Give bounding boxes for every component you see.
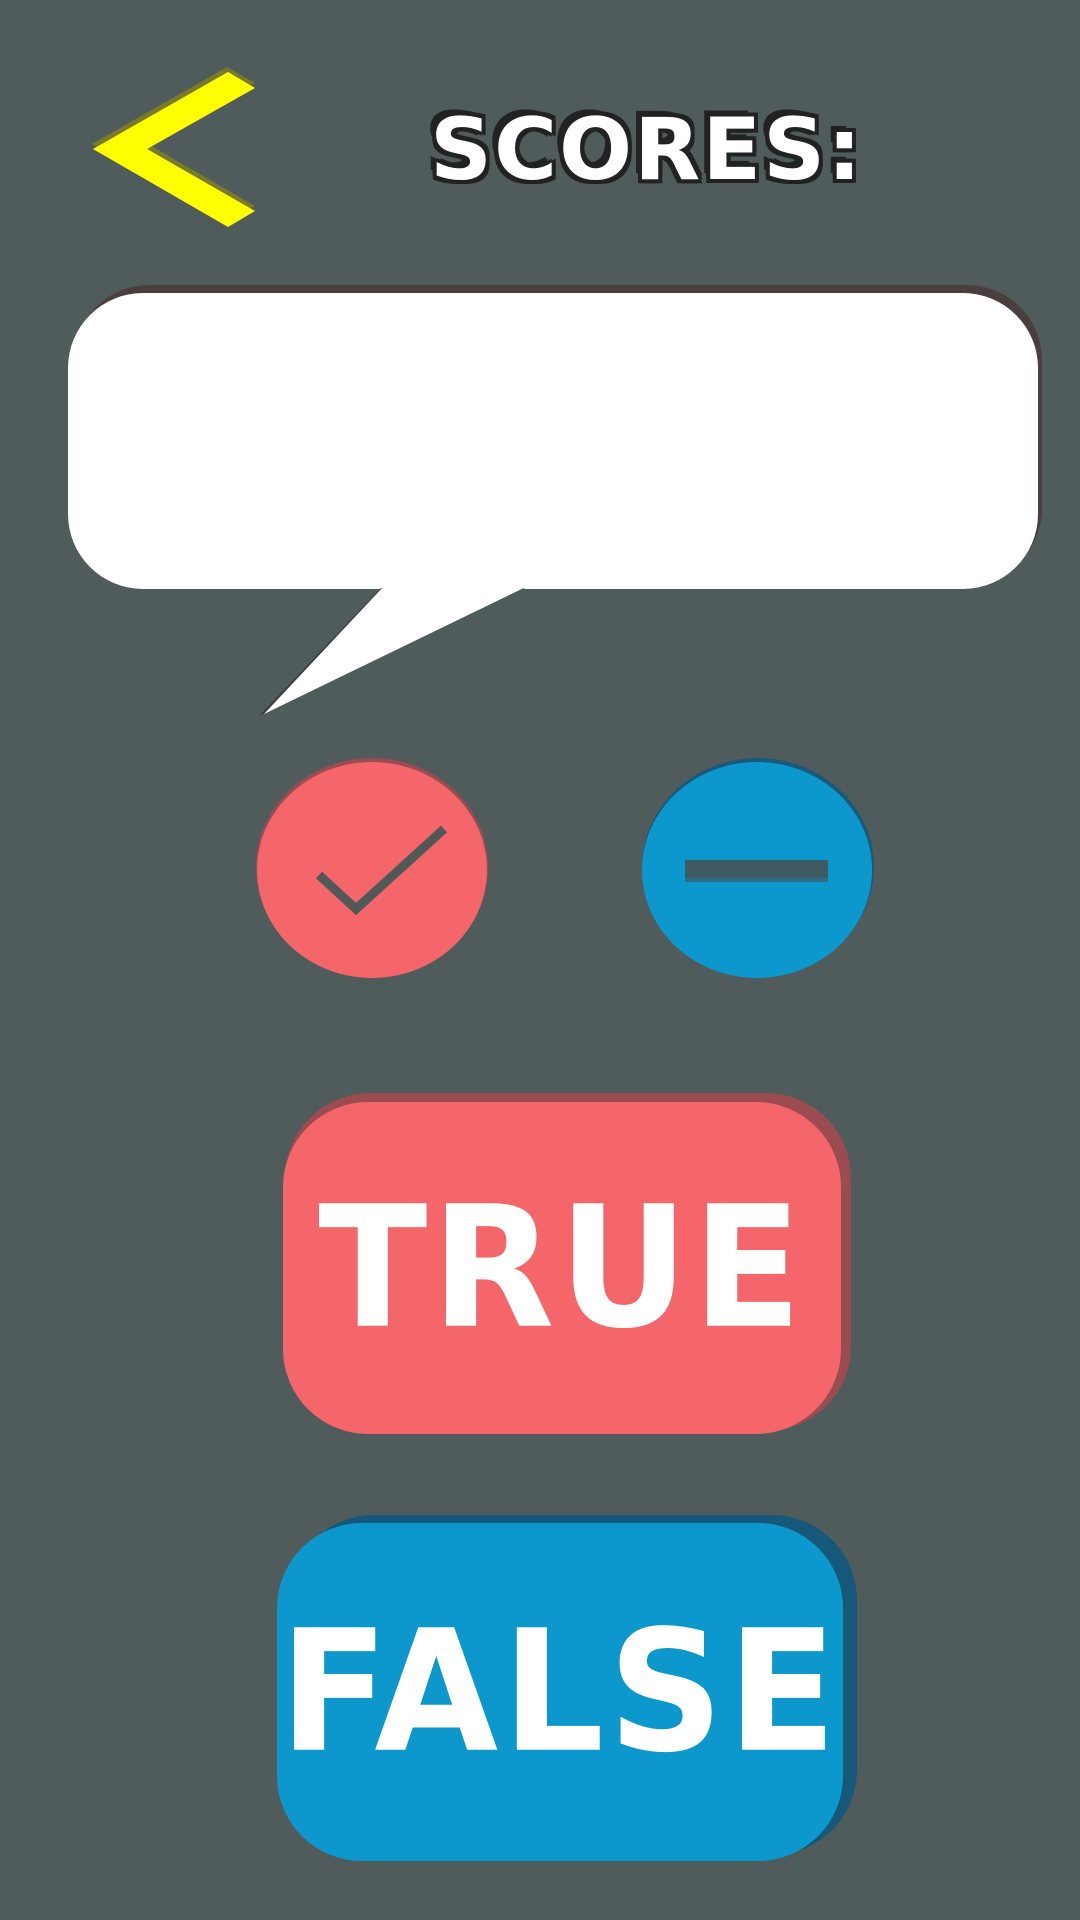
back-button[interactable] <box>80 60 270 245</box>
page-title: SCORES: <box>430 95 861 205</box>
false-button[interactable]: FALSE <box>277 1523 843 1861</box>
question-text <box>108 293 998 589</box>
minus-icon <box>642 762 872 978</box>
minus-indicator <box>642 762 872 978</box>
false-button-label: FALSE <box>279 1593 841 1790</box>
speech-bubble <box>68 293 1038 589</box>
check-indicator <box>257 762 487 978</box>
speech-bubble-tail <box>259 586 540 718</box>
chevron-left-icon <box>80 60 270 245</box>
scores-label: SCORES: <box>430 100 864 200</box>
check-icon <box>257 762 487 978</box>
true-button[interactable]: TRUE <box>283 1102 841 1434</box>
true-button-label: TRUE <box>318 1169 806 1366</box>
